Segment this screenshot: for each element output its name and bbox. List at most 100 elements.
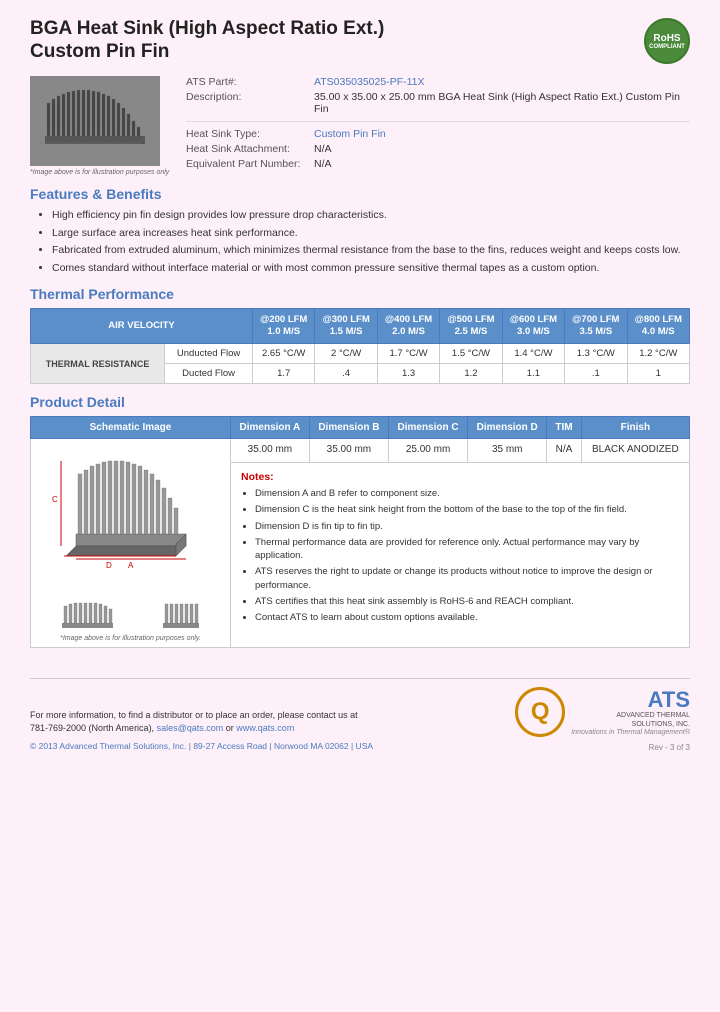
desc-label: Description: xyxy=(186,91,306,115)
ats-logo: Q ATS ADVANCED THERMALSOLUTIONS, INC. In… xyxy=(515,687,690,737)
air-velocity-label: AIR VELOCITY xyxy=(31,308,253,344)
attachment-value: N/A xyxy=(314,143,332,155)
dim-c-value: 25.00 mm xyxy=(388,439,467,462)
footer-phone: 781-769-2000 (North America), xyxy=(30,723,154,733)
unducted-800: 1.2 °C/W xyxy=(627,344,689,364)
equiv-value: N/A xyxy=(314,158,332,170)
feature-item: Large surface area increases heat sink p… xyxy=(52,226,690,241)
footer-right: Q ATS ADVANCED THERMALSOLUTIONS, INC. In… xyxy=(515,687,690,752)
schematic-header: Schematic Image xyxy=(31,417,231,439)
unducted-label: Unducted Flow xyxy=(165,344,253,364)
ducted-200: 1.7 xyxy=(253,364,315,384)
unducted-700: 1.3 °C/W xyxy=(565,344,627,364)
footer: For more information, to find a distribu… xyxy=(30,678,690,752)
ducted-400: 1.3 xyxy=(377,364,439,384)
col-500lfm: @500 LFM2.5 M/S xyxy=(440,308,502,344)
schematic-svg: C A D xyxy=(46,444,216,594)
note-item: Dimension C is the heat sink height from… xyxy=(255,503,679,516)
rohs-compliant: COMPLIANT xyxy=(649,44,685,50)
thermal-header-row: AIR VELOCITY @200 LFM1.0 M/S @300 LFM1.5… xyxy=(31,308,690,344)
ats-text: ATS ADVANCED THERMALSOLUTIONS, INC. Inno… xyxy=(571,689,690,736)
thermal-resistance-label: THERMAL RESISTANCE xyxy=(31,344,165,384)
equiv-label: Equivalent Part Number: xyxy=(186,158,306,170)
detail-header-row: Schematic Image Dimension A Dimension B … xyxy=(31,417,690,439)
dim-d-header: Dimension D xyxy=(468,417,547,439)
title-line2: Custom Pin Fin xyxy=(30,41,169,62)
note-item: ATS reserves the right to update or chan… xyxy=(255,565,679,592)
product-image-section: *Image above is for illustration purpose… xyxy=(30,76,170,176)
type-label: Heat Sink Type: xyxy=(186,128,306,140)
finish-header: Finish xyxy=(581,417,689,439)
note-item: ATS certifies that this heat sink assemb… xyxy=(255,595,679,608)
page: BGA Heat Sink (High Aspect Ratio Ext.) C… xyxy=(0,0,720,1012)
col-200lfm: @200 LFM1.0 M/S xyxy=(253,308,315,344)
unducted-200: 2.65 °C/W xyxy=(253,344,315,364)
dim-d-value: 35 mm xyxy=(468,439,547,462)
ducted-700: .1 xyxy=(565,364,627,384)
unducted-500: 1.5 °C/W xyxy=(440,344,502,364)
detail-table: Schematic Image Dimension A Dimension B … xyxy=(30,416,690,648)
dim-b-header: Dimension B xyxy=(309,417,388,439)
col-600lfm: @600 LFM3.0 M/S xyxy=(502,308,564,344)
features-title: Features & Benefits xyxy=(30,186,690,202)
feature-item: High efficiency pin fin design provides … xyxy=(52,208,690,223)
unducted-row: THERMAL RESISTANCE Unducted Flow 2.65 °C… xyxy=(31,344,690,364)
product-details: ATS Part#: ATS035035025-PF-11X Descripti… xyxy=(186,76,690,176)
thermal-title: Thermal Performance xyxy=(30,286,690,302)
dim-a-value: 35.00 mm xyxy=(231,439,310,462)
part-value: ATS035035025-PF-11X xyxy=(314,76,425,88)
svg-text:C: C xyxy=(52,495,58,504)
ats-main: ATS xyxy=(571,689,690,711)
note-item: Thermal performance data are provided fo… xyxy=(255,536,679,563)
footer-email[interactable]: sales@qats.com xyxy=(157,723,224,733)
title-line1: BGA Heat Sink (High Aspect Ratio Ext.) xyxy=(30,18,384,39)
schematic-caption: *Image above is for illustration purpose… xyxy=(37,635,224,642)
note-item: Dimension D is fin tip to fin tip. xyxy=(255,520,679,533)
footer-or: or xyxy=(226,723,234,733)
feature-item: Comes standard without interface materia… xyxy=(52,261,690,276)
ats-q-logo: Q xyxy=(515,687,565,737)
product-info: *Image above is for illustration purpose… xyxy=(30,76,690,176)
notes-list: Dimension A and B refer to component siz… xyxy=(241,487,679,625)
col-300lfm: @300 LFM1.5 M/S xyxy=(315,308,377,344)
ducted-300: .4 xyxy=(315,364,377,384)
product-image-box xyxy=(30,76,160,166)
note-item: Contact ATS to learn about custom option… xyxy=(255,611,679,624)
ducted-800: 1 xyxy=(627,364,689,384)
unducted-300: 2 °C/W xyxy=(315,344,377,364)
part-label: ATS Part#: xyxy=(186,76,306,88)
footer-website[interactable]: www.qats.com xyxy=(236,723,294,733)
features-list: High efficiency pin fin design provides … xyxy=(30,208,690,276)
ducted-500: 1.2 xyxy=(440,364,502,384)
type-value: Custom Pin Fin xyxy=(314,128,386,140)
col-700lfm: @700 LFM3.5 M/S xyxy=(565,308,627,344)
page-header: BGA Heat Sink (High Aspect Ratio Ext.) C… xyxy=(30,18,690,64)
detail-data-row: C A D xyxy=(31,439,690,462)
page-title: BGA Heat Sink (High Aspect Ratio Ext.) C… xyxy=(30,18,384,64)
col-400lfm: @400 LFM2.0 M/S xyxy=(377,308,439,344)
ats-tagline: Innovations in Thermal Management® xyxy=(571,729,690,736)
page-number: Rev - 3 of 3 xyxy=(515,743,690,752)
heatsink-illustration xyxy=(35,81,155,161)
col-800lfm: @800 LFM4.0 M/S xyxy=(627,308,689,344)
ducted-label: Ducted Flow xyxy=(165,364,253,384)
footer-address: | 89-27 Access Road | Norwood MA 02062 |… xyxy=(189,741,373,751)
tim-header: TIM xyxy=(547,417,581,439)
rohs-badge: RoHS COMPLIANT xyxy=(644,18,690,64)
footer-contact: For more information, to find a distribu… xyxy=(30,709,373,736)
dim-c-header: Dimension C xyxy=(388,417,467,439)
copyright-text: © 2013 Advanced Thermal Solutions, Inc. xyxy=(30,741,186,751)
schematic-front-view xyxy=(60,601,115,631)
finish-value: BLACK ANODIZED xyxy=(581,439,689,462)
note-item: Dimension A and B refer to component siz… xyxy=(255,487,679,500)
product-detail-title: Product Detail xyxy=(30,394,690,410)
ats-sub: ADVANCED THERMALSOLUTIONS, INC. xyxy=(571,711,690,729)
desc-value: 35.00 x 35.00 x 25.00 mm BGA Heat Sink (… xyxy=(314,91,690,115)
footer-left: For more information, to find a distribu… xyxy=(30,709,373,753)
ducted-600: 1.1 xyxy=(502,364,564,384)
footer-copyright: © 2013 Advanced Thermal Solutions, Inc. … xyxy=(30,740,373,753)
tim-value: N/A xyxy=(547,439,581,462)
unducted-600: 1.4 °C/W xyxy=(502,344,564,364)
notes-cell: Notes: Dimension A and B refer to compon… xyxy=(231,462,690,648)
contact-text: For more information, to find a distribu… xyxy=(30,710,358,720)
